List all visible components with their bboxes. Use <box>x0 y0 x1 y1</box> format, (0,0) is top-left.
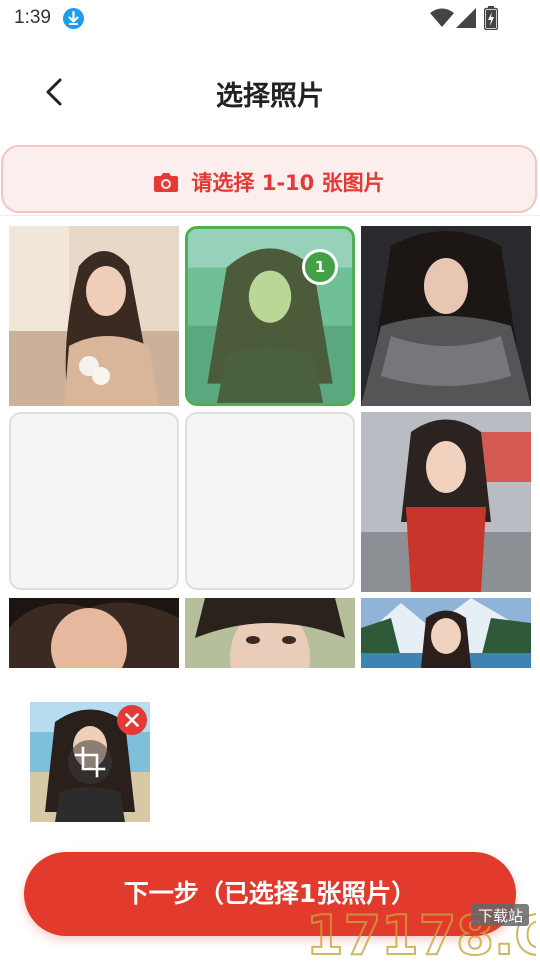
page-title: 选择照片 <box>216 81 324 112</box>
camera-icon <box>154 173 179 192</box>
wifi-icon <box>430 8 454 32</box>
crop-icon <box>74 746 106 778</box>
next-step-button[interactable]: 下一步（已选择1张照片） <box>24 852 516 936</box>
photo-tile[interactable] <box>361 226 531 406</box>
photo-tile[interactable] <box>361 598 531 668</box>
selection-order-badge: 1 <box>302 249 338 285</box>
crop-button[interactable] <box>68 740 112 784</box>
photo-tile-loading[interactable] <box>185 412 355 590</box>
close-icon <box>125 713 139 727</box>
download-icon <box>63 8 84 29</box>
signal-icon <box>456 8 476 32</box>
status-bar: 1:39 <box>0 0 540 36</box>
selection-limit-banner: 请选择 1-10 张图片 <box>1 145 537 213</box>
photo-tile[interactable] <box>9 598 179 668</box>
photo-tile[interactable] <box>9 226 179 406</box>
banner-text: 请选择 1-10 张图片 <box>191 171 385 195</box>
status-time: 1:39 <box>14 7 51 28</box>
header: 选择照片 <box>0 56 540 126</box>
photo-tile-loading[interactable] <box>9 412 179 590</box>
photo-tile[interactable] <box>361 412 531 592</box>
battery-charging-icon <box>483 6 499 34</box>
photo-tile[interactable] <box>185 598 355 668</box>
photo-tile-selected[interactable]: 1 <box>185 226 355 406</box>
photo-grid: 1 <box>0 215 540 668</box>
remove-selected-button[interactable] <box>117 705 147 735</box>
